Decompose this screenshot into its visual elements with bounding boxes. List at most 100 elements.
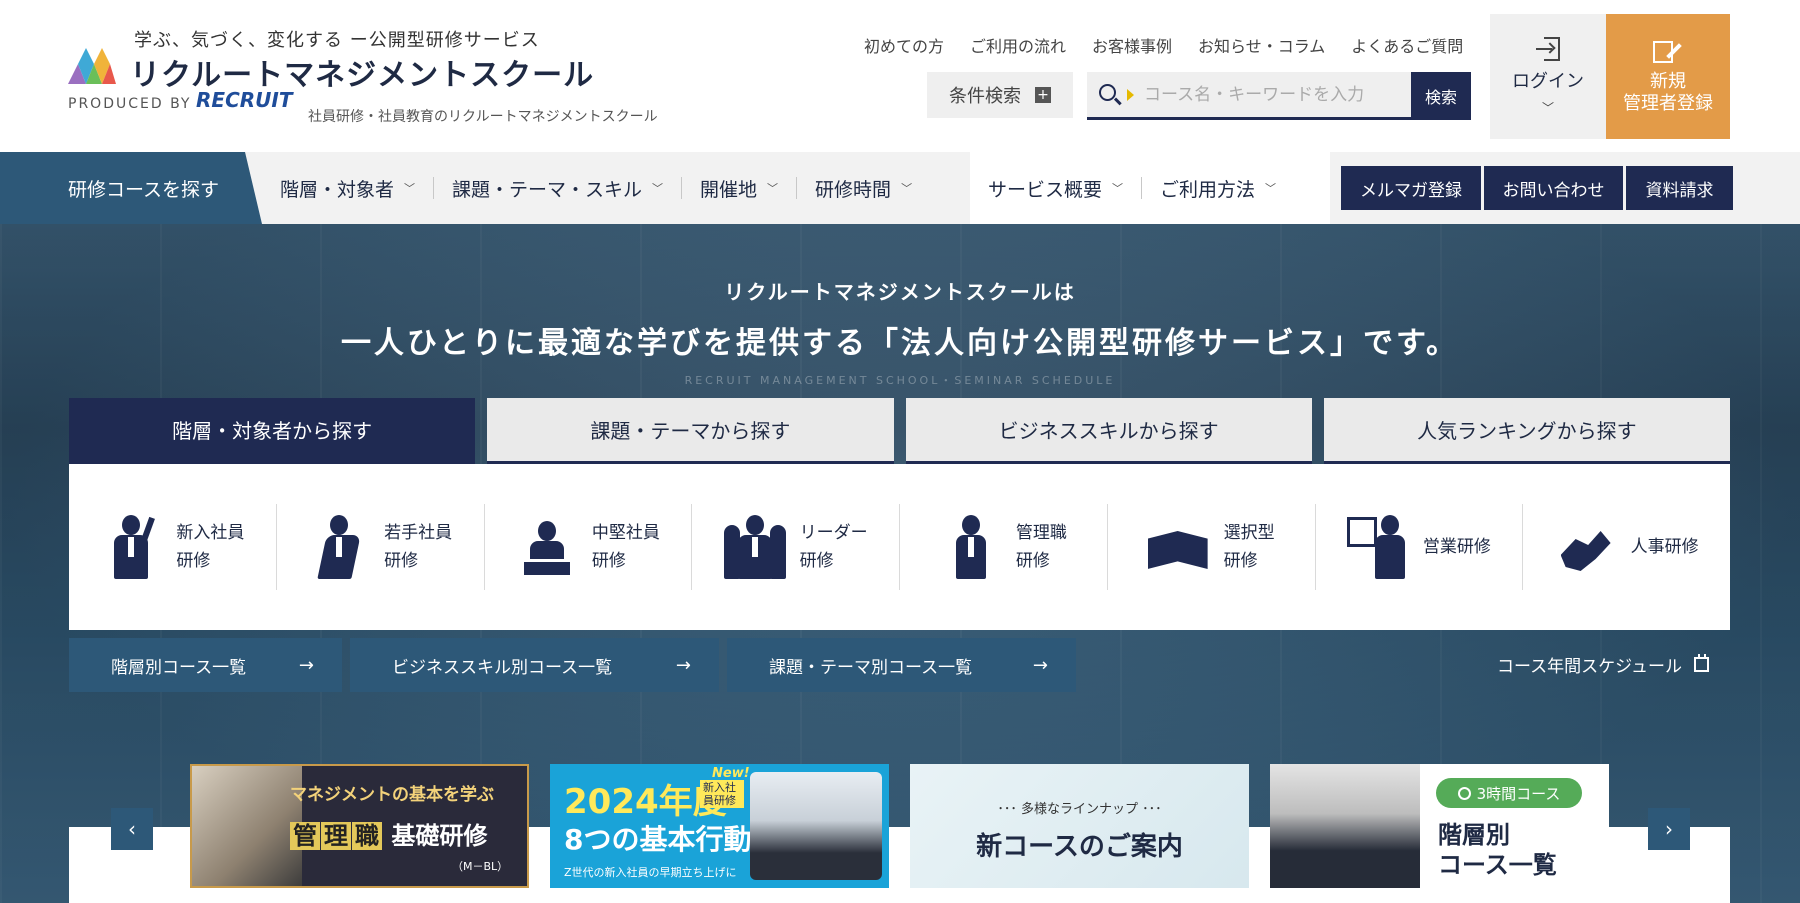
book-icon — [1147, 511, 1210, 583]
newsletter-button[interactable]: メルマガ登録 — [1341, 166, 1481, 210]
chevron-down-icon: ﹀ — [901, 182, 913, 195]
banner-note: Z世代の新入社員の早期立ち上げに — [564, 866, 737, 879]
banner-level-course-list[interactable]: 3時間コース 階層別 コース一覧 — [1270, 764, 1609, 888]
category-leader[interactable]: リーダー 研修 — [692, 504, 900, 590]
carousel-next-button[interactable]: › — [1648, 808, 1690, 850]
leader-icon — [723, 511, 786, 583]
duration-pill: 3時間コース — [1436, 778, 1582, 808]
skill-course-list-link[interactable]: ビジネススキル別コース一覧 → — [350, 638, 719, 692]
search-button[interactable]: 検索 — [1411, 72, 1471, 120]
nav-find-course[interactable]: 研修コースを探す — [0, 152, 262, 224]
nav-item-location[interactable]: 開催地 ﹀ — [682, 177, 798, 201]
banner-text: ･･･ 多様なラインナップ ･･･ — [997, 802, 1162, 817]
banner-photo — [1270, 764, 1420, 888]
chevron-down-icon: ﹀ — [652, 182, 664, 195]
request-materials-button[interactable]: 資料請求 — [1626, 166, 1733, 210]
nav-item-usage[interactable]: ご利用方法 ﹀ — [1142, 177, 1294, 201]
register-admin-button[interactable]: 新規 管理者登録 — [1606, 14, 1730, 139]
banner-heading-rest: 基礎研修 — [391, 822, 488, 850]
login-icon — [1536, 37, 1560, 61]
sales-icon — [1346, 511, 1409, 583]
contact-button[interactable]: お問い合わせ — [1484, 166, 1623, 210]
nav-item-level[interactable]: 階層・対象者 ﹀ — [262, 177, 435, 201]
new-badge: New! — [712, 766, 750, 781]
link-label: 課題・テーマ別コース一覧 — [769, 657, 973, 678]
nav-item-theme[interactable]: 課題・テーマ・スキル ﹀ — [434, 177, 683, 201]
banner-new-courses[interactable]: ･･･ 多様なラインナップ ･･･ 新コースのご案内 — [910, 764, 1249, 888]
chevron-down-icon: ﹀ — [404, 182, 416, 195]
banner-heading: 新コースのご案内 — [976, 832, 1183, 862]
category-elective[interactable]: 選択型 研修 — [1108, 504, 1316, 590]
nav-item-duration[interactable]: 研修時間 ﹀ — [797, 177, 930, 201]
util-link-cases[interactable]: お客様事例 — [1092, 33, 1172, 57]
arrow-right-icon: → — [1032, 654, 1048, 676]
category-hr[interactable]: 人事研修 — [1523, 504, 1730, 590]
banner-heading: 管理職 基礎研修 — [290, 816, 487, 851]
nav-course-filters: 階層・対象者 ﹀ 課題・テーマ・スキル ﹀ 開催地 ﹀ 研修時間 ﹀ — [262, 152, 930, 224]
tab-by-theme[interactable]: 課題・テーマから探す — [487, 398, 894, 464]
util-link-faq[interactable]: よくあるご質問 — [1351, 33, 1463, 57]
chevron-down-icon: ﹀ — [1265, 182, 1277, 195]
nav-item-label: サービス概要 — [988, 178, 1103, 201]
arrow-right-icon: → — [298, 654, 314, 676]
nav-item-label: 課題・テーマ・スキル — [452, 178, 643, 201]
utility-links: 初めての方 ご利用の流れ お客様事例 お知らせ・コラム よくあるご質問 — [864, 33, 1463, 57]
nav-item-service[interactable]: サービス概要 ﹀ — [970, 177, 1143, 201]
banner-note: （M－BL） — [452, 860, 509, 873]
hero-section: リクルートマネジメントスクールは 一人ひとりに最適な学びを提供する「法人向け公開… — [0, 224, 1800, 903]
category-label: 新入社員 研修 — [176, 523, 245, 571]
register-label-1: 新規 — [1650, 70, 1686, 92]
category-sales[interactable]: 営業研修 — [1316, 504, 1524, 590]
util-link-news[interactable]: お知らせ・コラム — [1198, 33, 1325, 57]
search-tabs: 階層・対象者から探す 課題・テーマから探す ビジネススキルから探す 人気ランキン… — [69, 398, 1730, 474]
register-pen-icon — [1653, 39, 1683, 65]
carousel-prev-button[interactable]: ‹ — [111, 808, 153, 850]
banner-text: マネジメントの基本を学ぶ — [290, 785, 494, 805]
banner-heading: 階層別 コース一覧 — [1438, 821, 1557, 879]
chevron-down-icon: ﹀ — [767, 182, 779, 195]
category-label: リーダー 研修 — [799, 523, 868, 571]
login-button[interactable]: ログイン ﹀ — [1490, 14, 1606, 139]
handshake-icon — [1555, 511, 1617, 583]
clock-icon — [1457, 786, 1471, 800]
chevron-down-icon: ﹀ — [1112, 182, 1124, 195]
search-input[interactable] — [1144, 84, 1394, 105]
category-label: 選択型 研修 — [1223, 523, 1275, 571]
banner-new-employee-2024[interactable]: 2024年度 New! 新入社員研修 8つの基本行動 Z世代の新入社員の早期立ち… — [550, 764, 889, 888]
theme-course-list-link[interactable]: 課題・テーマ別コース一覧 → — [727, 638, 1076, 692]
caret-icon — [1127, 88, 1134, 101]
category-label: 若手社員 研修 — [384, 523, 453, 571]
nav-item-label: 階層・対象者 — [280, 178, 395, 201]
banner-heading: 8つの基本行動 — [564, 823, 752, 856]
category-young-employee[interactable]: 若手社員 研修 — [277, 504, 485, 590]
banner-tag: 新入社員研修 — [700, 780, 744, 808]
search-icon — [1087, 73, 1127, 117]
produced-description: 社員研修・社員教育のリクルートマネジメントスクール — [308, 109, 658, 125]
tab-by-skill[interactable]: ビジネススキルから探す — [905, 398, 1312, 464]
link-label: ビジネススキル別コース一覧 — [392, 657, 613, 678]
tab-by-ranking[interactable]: 人気ランキングから探す — [1323, 398, 1730, 464]
nav-item-label: 研修時間 — [815, 178, 892, 201]
category-label: 人事研修 — [1630, 537, 1699, 557]
util-link-first-time[interactable]: 初めての方 — [864, 33, 944, 57]
condition-search-button[interactable]: 条件検索 + — [927, 72, 1073, 118]
nav-action-buttons: メルマガ登録 お問い合わせ 資料請求 — [1341, 166, 1733, 210]
nav-item-label: 開催地 — [700, 178, 758, 201]
category-manager[interactable]: 管理職 研修 — [900, 504, 1108, 590]
banner-manager-basic[interactable]: マネジメントの基本を学ぶ 管理職 基礎研修 （M－BL） — [190, 764, 529, 888]
banner-highlight: 職 — [352, 822, 382, 850]
annual-schedule-link[interactable]: コース年間スケジュール — [1497, 652, 1709, 677]
course-list-links: 階層別コース一覧 → ビジネススキル別コース一覧 → 課題・テーマ別コース一覧 → — [69, 638, 1076, 692]
tab-by-level[interactable]: 階層・対象者から探す — [69, 398, 476, 474]
category-mid-level[interactable]: 中堅社員 研修 — [485, 504, 693, 590]
level-course-list-link[interactable]: 階層別コース一覧 → — [69, 638, 342, 692]
condition-search-label: 条件検索 — [949, 86, 1021, 107]
nav-service-section: サービス概要 ﹀ ご利用方法 ﹀ — [970, 152, 1330, 224]
category-new-employee[interactable]: 新入社員 研修 — [69, 504, 277, 590]
register-label-2: 管理者登録 — [1623, 92, 1713, 114]
arrow-right-icon: → — [675, 654, 691, 676]
chevron-down-icon: ﹀ — [1541, 101, 1554, 115]
site-header: 学ぶ、気づく、変化する ー公開型研修サービス リクルートマネジメントスクール P… — [0, 0, 1800, 152]
util-link-flow[interactable]: ご利用の流れ — [970, 33, 1066, 57]
link-label: 階層別コース一覧 — [111, 657, 247, 678]
